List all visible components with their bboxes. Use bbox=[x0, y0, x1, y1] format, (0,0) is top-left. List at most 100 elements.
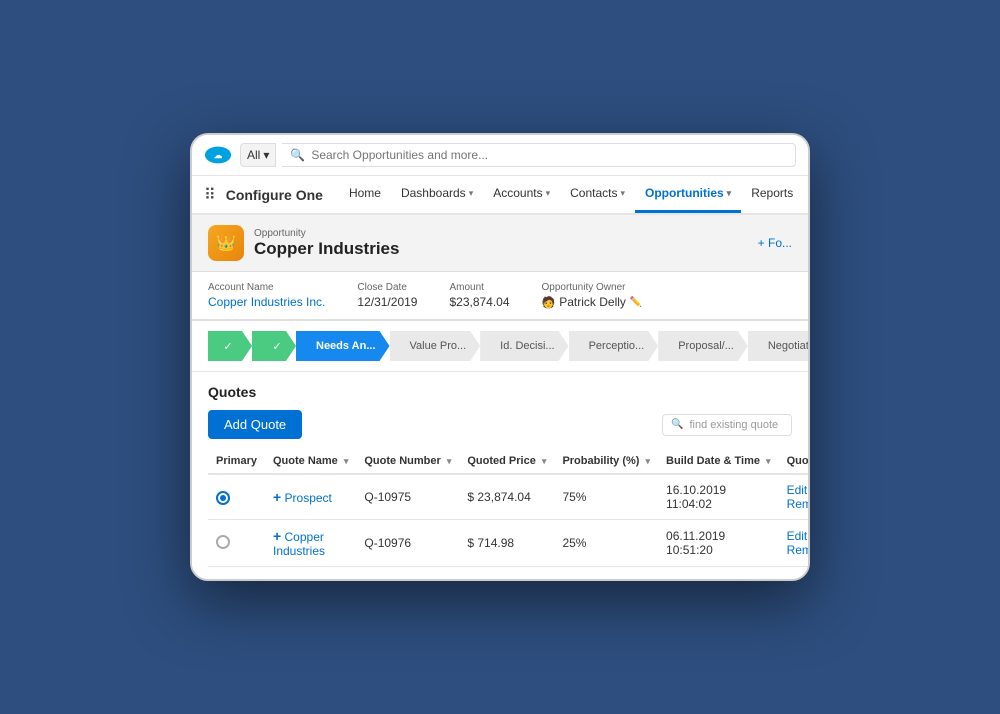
stage-item-3[interactable]: Needs An... bbox=[296, 331, 390, 361]
page-header-left: 👑 Opportunity Copper Industries bbox=[208, 225, 399, 261]
table-row: + Prospect Q-10975 $ 23,874.04 75% 16.10… bbox=[208, 474, 810, 520]
progress-bar: ✓ ✓ Needs An... Value Pro... Id. Decisi.… bbox=[192, 321, 808, 372]
stage-item-1[interactable]: ✓ bbox=[208, 331, 252, 361]
quote-number-cell: Q-10976 bbox=[356, 520, 459, 567]
top-bar: ☁ All ▾ 🔍 bbox=[192, 135, 808, 176]
page-title: Copper Industries bbox=[254, 239, 399, 259]
remove-link[interactable]: Remove bbox=[787, 497, 810, 511]
quotes-header: Quotes bbox=[208, 384, 792, 400]
chevron-down-icon: ▾ bbox=[620, 188, 625, 199]
owner-label: Opportunity Owner bbox=[542, 282, 643, 293]
page-type-label: Opportunity bbox=[254, 228, 399, 239]
primary-radio-checked[interactable] bbox=[216, 491, 230, 505]
col-primary: Primary bbox=[208, 449, 265, 474]
svg-text:☁: ☁ bbox=[214, 150, 222, 160]
all-label: All bbox=[247, 148, 260, 162]
quote-name-link[interactable]: Copper Industries bbox=[273, 530, 325, 558]
account-name-value[interactable]: Copper Industries Inc. bbox=[208, 295, 325, 309]
stage-item-2[interactable]: ✓ bbox=[252, 331, 296, 361]
close-date-field: Close Date 12/31/2019 bbox=[357, 282, 417, 309]
nav-bar: ⠿ Configure One Home Dashboards ▾ Accoun… bbox=[192, 176, 808, 215]
build-date-cell: 16.10.2019 11:04:02 bbox=[658, 474, 779, 520]
search-icon: 🔍 bbox=[671, 419, 683, 430]
all-dropdown[interactable]: All ▾ bbox=[240, 143, 276, 167]
chevron-down-icon: ▾ bbox=[546, 188, 551, 199]
sort-icon: ▾ bbox=[766, 456, 771, 466]
quoted-price-cell: $ 23,874.04 bbox=[459, 474, 554, 520]
quote-options-cell: Edit Results Remove bbox=[779, 474, 810, 520]
nav-dashboards[interactable]: Dashboards ▾ bbox=[391, 176, 483, 213]
page-header: 👑 Opportunity Copper Industries + Fo... bbox=[192, 215, 808, 272]
fields-row: Account Name Copper Industries Inc. Clos… bbox=[192, 272, 808, 321]
search-icon: 🔍 bbox=[290, 148, 305, 162]
remove-link[interactable]: Remove bbox=[787, 543, 810, 557]
browser-window: ☁ All ▾ 🔍 ⠿ Configure One Home Dashboard… bbox=[190, 133, 810, 581]
close-date-label: Close Date bbox=[357, 282, 417, 293]
owner-avatar-icon: 🧑 bbox=[542, 296, 556, 309]
sort-icon: ▾ bbox=[344, 456, 349, 466]
col-quote-number[interactable]: Quote Number ▾ bbox=[356, 449, 459, 474]
quote-number-cell: Q-10975 bbox=[356, 474, 459, 520]
stage-item-4[interactable]: Value Pro... bbox=[390, 331, 481, 361]
opportunity-icon: 👑 bbox=[208, 225, 244, 261]
quote-name-cell: + Prospect bbox=[265, 474, 356, 520]
find-existing-input[interactable]: 🔍 find existing quote bbox=[662, 414, 792, 436]
col-build-date[interactable]: Build Date & Time ▾ bbox=[658, 449, 779, 474]
quoted-price-cell: $ 714.98 bbox=[459, 520, 554, 567]
edit-link[interactable]: Edit bbox=[787, 529, 808, 543]
page-header-title-group: Opportunity Copper Industries bbox=[254, 228, 399, 259]
quote-name-cell: + Copper Industries bbox=[265, 520, 356, 567]
chevron-down-icon: ▾ bbox=[727, 188, 732, 199]
amount-field: Amount $23,874.04 bbox=[449, 282, 509, 309]
sort-icon: ▾ bbox=[447, 456, 452, 466]
edit-link[interactable]: Edit bbox=[787, 483, 808, 497]
owner-value: 🧑 Patrick Delly ✏️ bbox=[542, 295, 643, 309]
primary-radio-cell[interactable] bbox=[208, 474, 265, 520]
col-quote-name[interactable]: Quote Name ▾ bbox=[265, 449, 356, 474]
nav-opportunities[interactable]: Opportunities ▾ bbox=[635, 176, 741, 213]
expand-icon[interactable]: + bbox=[273, 528, 281, 544]
primary-radio-unchecked[interactable] bbox=[216, 535, 230, 549]
nav-accounts[interactable]: Accounts ▾ bbox=[483, 176, 560, 213]
primary-radio-cell[interactable] bbox=[208, 520, 265, 567]
nav-contacts[interactable]: Contacts ▾ bbox=[560, 176, 635, 213]
nav-reports[interactable]: Reports ▾ bbox=[741, 176, 796, 213]
search-box: 🔍 bbox=[282, 143, 796, 167]
search-input[interactable] bbox=[311, 148, 787, 162]
quote-name-link[interactable]: Prospect bbox=[285, 491, 332, 505]
chevron-down-icon: ▾ bbox=[469, 188, 474, 199]
sort-icon: ▾ bbox=[646, 456, 651, 466]
build-date-cell: 06.11.2019 10:51:20 bbox=[658, 520, 779, 567]
add-quote-button[interactable]: Add Quote bbox=[208, 410, 302, 439]
nav-items: Home Dashboards ▾ Accounts ▾ Contacts ▾ … bbox=[339, 176, 796, 213]
nav-home[interactable]: Home bbox=[339, 176, 391, 213]
sort-icon: ▾ bbox=[542, 456, 547, 466]
account-name-field: Account Name Copper Industries Inc. bbox=[208, 282, 325, 309]
stage-item-6[interactable]: Perceptio... bbox=[569, 331, 659, 361]
find-existing-placeholder: find existing quote bbox=[689, 419, 778, 431]
expand-icon[interactable]: + bbox=[273, 489, 281, 505]
amount-value: $23,874.04 bbox=[449, 295, 509, 309]
probability-cell: 25% bbox=[554, 520, 658, 567]
close-date-value: 12/31/2019 bbox=[357, 295, 417, 309]
quote-options-cell: Edit Results Remove bbox=[779, 520, 810, 567]
follow-button[interactable]: + Fo... bbox=[758, 236, 792, 250]
stage-item-7[interactable]: Proposal/... bbox=[658, 331, 748, 361]
stage-item-8[interactable]: Negotiati... bbox=[748, 331, 808, 361]
salesforce-logo: ☁ bbox=[204, 145, 232, 165]
stage-item-5[interactable]: Id. Decisi... bbox=[480, 331, 568, 361]
probability-cell: 75% bbox=[554, 474, 658, 520]
col-quoted-price[interactable]: Quoted Price ▾ bbox=[459, 449, 554, 474]
owner-field: Opportunity Owner 🧑 Patrick Delly ✏️ bbox=[542, 282, 643, 309]
apps-icon[interactable]: ⠿ bbox=[204, 185, 216, 205]
owner-edit-icon[interactable]: ✏️ bbox=[630, 297, 642, 308]
col-quote-options: Quote Options bbox=[779, 449, 810, 474]
nav-brand: Configure One bbox=[226, 187, 323, 203]
account-name-label: Account Name bbox=[208, 282, 325, 293]
quotes-table: Primary Quote Name ▾ Quote Number ▾ Quot… bbox=[208, 449, 810, 567]
search-group: All ▾ 🔍 bbox=[240, 143, 796, 167]
quotes-section: Quotes Add Quote 🔍 find existing quote P… bbox=[192, 372, 808, 579]
chevron-down-icon: ▾ bbox=[263, 148, 269, 162]
quotes-toolbar: Add Quote 🔍 find existing quote bbox=[208, 410, 792, 439]
col-probability[interactable]: Probability (%) ▾ bbox=[554, 449, 658, 474]
